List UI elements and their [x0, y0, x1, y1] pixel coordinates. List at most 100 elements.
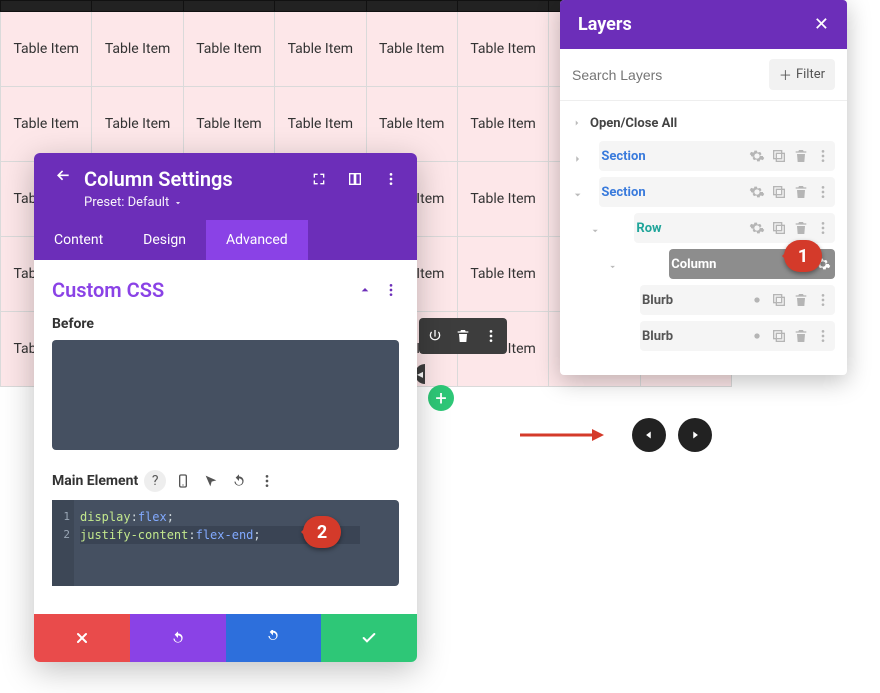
table-cell: Table Item	[457, 87, 548, 162]
tab-advanced[interactable]: Advanced	[206, 220, 308, 260]
arrow-icon	[520, 429, 604, 441]
table-cell: Table Item	[1, 87, 92, 162]
gear-icon[interactable]	[749, 148, 765, 164]
table-cell: Table Item	[92, 87, 183, 162]
table-cell: Table Item	[366, 12, 457, 87]
tab-content[interactable]: Content	[34, 220, 123, 260]
collapse-icon[interactable]	[357, 282, 373, 298]
table-cell: Table Item	[275, 12, 366, 87]
prev-button[interactable]	[632, 418, 666, 452]
kebab-icon[interactable]	[815, 148, 831, 164]
expand-icon[interactable]	[311, 171, 327, 187]
undo-button[interactable]	[130, 614, 226, 662]
line-gutter: 12	[52, 500, 74, 586]
layers-panel: Layers ✕ ＋Filter Open/Close All Section	[560, 0, 847, 375]
layers-tree: Open/Close All Section Section	[560, 101, 847, 375]
layers-header: Layers ✕	[560, 0, 847, 49]
preset-dropdown[interactable]: Preset: Default	[84, 195, 183, 210]
trash-icon[interactable]	[793, 328, 809, 344]
add-module-button[interactable]: +	[428, 385, 454, 411]
trash-icon[interactable]	[793, 292, 809, 308]
search-input[interactable]	[572, 67, 761, 83]
power-icon[interactable]	[427, 328, 443, 344]
modal-tabs: Content Design Advanced	[34, 220, 417, 260]
kebab-icon[interactable]	[815, 220, 831, 236]
gear-icon[interactable]	[749, 292, 765, 308]
reset-icon[interactable]	[228, 470, 250, 492]
table-cell: Table Item	[1, 12, 92, 87]
table-cell: Table Item	[92, 12, 183, 87]
duplicate-icon[interactable]	[771, 292, 787, 308]
annotation-badge-1: 1	[784, 240, 822, 272]
preset-label: Preset: Default	[84, 195, 169, 210]
mobile-icon[interactable]	[172, 470, 194, 492]
modal-body: Custom CSS Before Main Element ? 12 disp…	[34, 260, 417, 594]
tree-label: Blurb	[640, 293, 749, 308]
trash-icon[interactable]	[793, 220, 809, 236]
open-close-all[interactable]: Open/Close All	[572, 111, 835, 141]
kebab-icon[interactable]	[815, 292, 831, 308]
tree-label: Blurb	[640, 329, 749, 344]
tree-label: Section	[599, 185, 749, 200]
table-cell: Table Item	[183, 12, 274, 87]
help-icon[interactable]: ?	[144, 470, 166, 492]
back-icon[interactable]	[52, 167, 72, 191]
table-cell: Table Item	[457, 12, 548, 87]
caret-right-icon[interactable]	[572, 151, 583, 167]
table-cell: Table Item	[183, 87, 274, 162]
tab-design[interactable]: Design	[123, 220, 206, 260]
caret-right-icon	[572, 115, 582, 131]
modal-header: Column Settings Preset: Default	[34, 153, 417, 220]
before-label: Before	[52, 316, 399, 332]
annotation-arrow-row	[520, 418, 712, 452]
duplicate-icon[interactable]	[771, 184, 787, 200]
tree-label: Row	[634, 221, 749, 236]
trash-icon[interactable]	[793, 184, 809, 200]
duplicate-icon[interactable]	[771, 220, 787, 236]
main-element-label: Main Element	[52, 473, 138, 489]
section-title-custom-css: Custom CSS	[52, 278, 357, 302]
modal-footer	[34, 614, 417, 662]
tree-item-blurb[interactable]: Blurb	[640, 321, 835, 351]
kebab-icon[interactable]	[815, 184, 831, 200]
tree-item-row[interactable]: Row	[634, 213, 835, 243]
kebab-icon[interactable]	[383, 171, 399, 187]
kebab-icon[interactable]	[815, 328, 831, 344]
trash-icon[interactable]	[455, 328, 471, 344]
open-close-label: Open/Close All	[590, 116, 677, 131]
table-cell: Table Item	[457, 162, 548, 237]
duplicate-icon[interactable]	[771, 148, 787, 164]
annotation-badge-2: 2	[303, 516, 341, 548]
kebab-icon[interactable]	[383, 282, 399, 298]
css-prop: justify-content	[80, 528, 188, 542]
table-cell: Table Item	[275, 87, 366, 162]
filter-button[interactable]: ＋Filter	[769, 59, 835, 90]
gear-icon[interactable]	[749, 184, 765, 200]
chevron-down-icon	[173, 198, 183, 208]
kebab-icon[interactable]	[256, 470, 278, 492]
css-val: flex-end	[196, 528, 254, 542]
cancel-button[interactable]	[34, 614, 130, 662]
tree-item-section[interactable]: Section	[599, 177, 835, 207]
snap-icon[interactable]	[347, 171, 363, 187]
tree-item-section[interactable]: Section	[599, 141, 835, 171]
tree-label: Section	[599, 149, 749, 164]
module-hover-toolbar[interactable]	[419, 318, 507, 354]
save-button[interactable]	[321, 614, 417, 662]
caret-down-icon[interactable]	[572, 187, 583, 203]
close-icon[interactable]: ✕	[814, 14, 829, 35]
redo-button[interactable]	[226, 614, 322, 662]
duplicate-icon[interactable]	[771, 328, 787, 344]
caret-down-icon[interactable]	[590, 223, 600, 239]
css-prop: display	[80, 510, 131, 524]
tree-item-blurb[interactable]: Blurb	[640, 285, 835, 315]
before-css-editor[interactable]	[52, 340, 399, 450]
hover-icon[interactable]	[200, 470, 222, 492]
trash-icon[interactable]	[793, 148, 809, 164]
main-element-css-editor[interactable]: 12 display:flex; justify-content:flex-en…	[52, 500, 399, 586]
caret-down-icon[interactable]	[608, 259, 617, 275]
gear-icon[interactable]	[749, 220, 765, 236]
kebab-icon[interactable]	[483, 328, 499, 344]
gear-icon[interactable]	[749, 328, 765, 344]
next-button[interactable]	[678, 418, 712, 452]
